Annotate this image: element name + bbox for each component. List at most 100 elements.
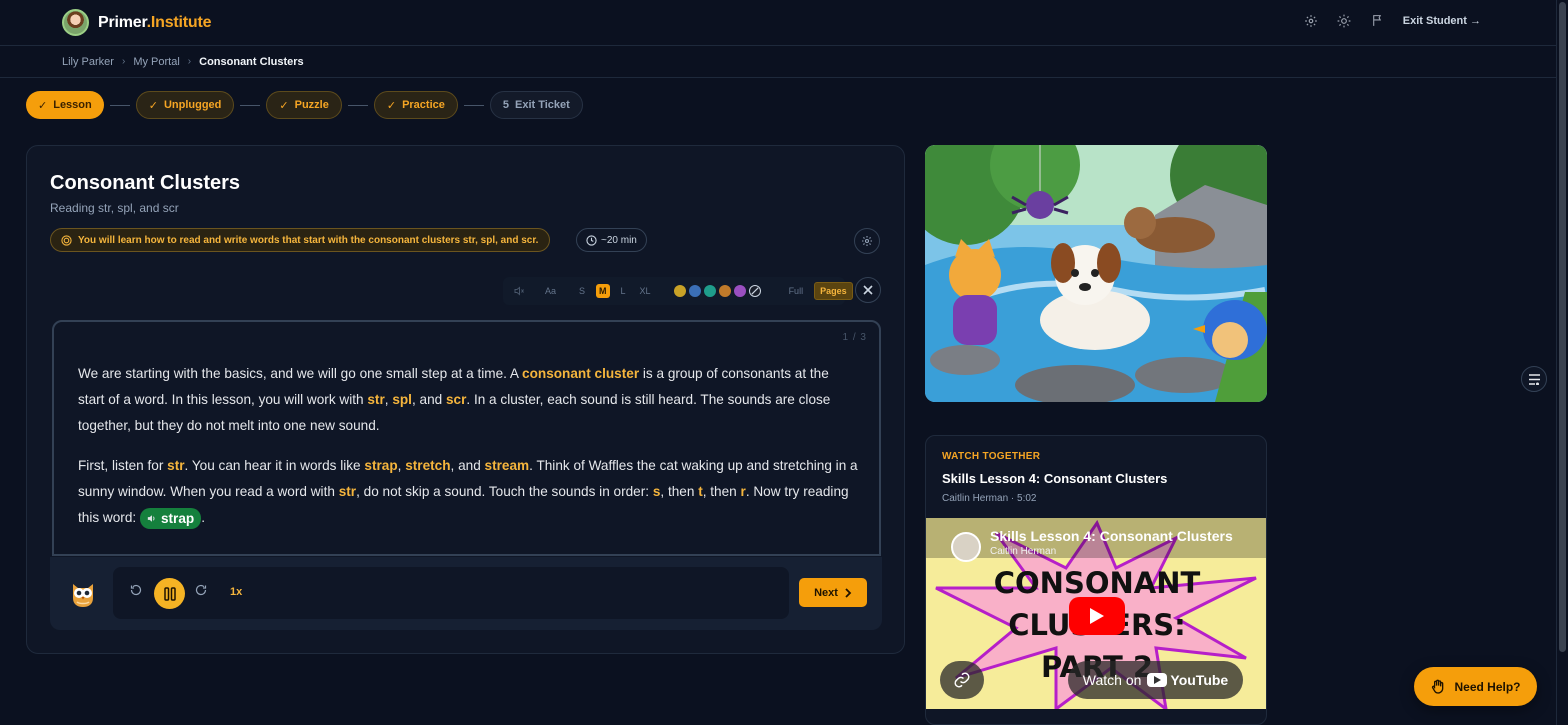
check-icon: ✓ <box>279 99 289 112</box>
highlight-term[interactable]: spl <box>392 392 412 407</box>
check-icon: ✓ <box>38 99 48 112</box>
lesson-settings-button[interactable] <box>854 228 880 254</box>
embed-channel[interactable]: Caitlin Herman <box>990 546 1056 557</box>
view-mode-group: Full Pages <box>784 282 853 300</box>
replay-icon[interactable] <box>130 584 142 599</box>
forward-icon[interactable] <box>195 584 207 599</box>
highlight-term[interactable]: str <box>339 484 356 499</box>
clock-icon <box>586 234 597 246</box>
brand-avatar-icon <box>62 9 89 36</box>
font-style-button[interactable]: Aa <box>545 286 556 296</box>
brand-name-primary: Primer <box>98 13 147 31</box>
highlight-term[interactable]: stretch <box>405 458 450 473</box>
list-settings-icon <box>1528 373 1540 385</box>
sun-icon[interactable] <box>1337 13 1352 28</box>
step-label: Exit Ticket <box>515 99 570 111</box>
playback-speed-button[interactable]: 1x <box>230 586 242 598</box>
youtube-logo: YouTube <box>1147 672 1228 688</box>
step-label: Puzzle <box>294 99 329 111</box>
brand-logo[interactable]: Primer.Institute <box>62 9 211 36</box>
next-button[interactable]: Next <box>799 578 867 607</box>
color-swatch-orange[interactable] <box>718 285 731 297</box>
step-puzzle[interactable]: ✓ Puzzle <box>266 91 342 119</box>
need-help-button[interactable]: Need Help? <box>1414 667 1537 706</box>
reading-paragraph-2: First, listen for str. You can hear it i… <box>78 453 858 531</box>
side-panel-toggle[interactable] <box>1521 366 1547 392</box>
reading-panel: 1 / 3 We are starting with the basics, a… <box>52 320 881 556</box>
gear-icon[interactable] <box>1304 13 1319 28</box>
color-swatch-purple[interactable] <box>733 285 746 297</box>
playback-controls: 1x <box>113 567 789 619</box>
highlight-term[interactable]: str <box>367 392 384 407</box>
speaker-icon <box>147 515 155 522</box>
color-swatch-teal[interactable] <box>703 285 716 297</box>
size-s-button[interactable]: S <box>576 284 588 298</box>
step-practice[interactable]: ✓ Practice <box>373 91 458 119</box>
learning-goal-text: You will learn how to read and write wor… <box>78 234 539 246</box>
text: . <box>201 510 205 525</box>
view-pages-button[interactable]: Pages <box>814 282 853 300</box>
lesson-stepper: ✓ Lesson ✓ Unplugged ✓ Puzzle ✓ Practice… <box>26 91 583 119</box>
breadcrumb: Lily Parker › My Portal › Consonant Clus… <box>0 46 1556 78</box>
view-full-button[interactable]: Full <box>784 283 809 299</box>
step-lesson[interactable]: ✓ Lesson <box>26 91 104 119</box>
size-m-button[interactable]: M <box>596 284 610 298</box>
pause-button[interactable] <box>154 578 185 609</box>
highlight-term[interactable]: str <box>167 458 184 473</box>
youtube-embed[interactable]: Skills Lesson 4: Consonant Clusters Cait… <box>926 518 1266 709</box>
highlight-term[interactable]: stream <box>485 458 530 473</box>
highlight-term[interactable]: scr <box>446 392 466 407</box>
hand-icon <box>1432 679 1444 694</box>
breadcrumb-student[interactable]: Lily Parker <box>62 56 114 68</box>
pause-icon <box>163 586 176 601</box>
lesson-title: Consonant Clusters <box>50 172 241 194</box>
chevron-right-icon <box>845 587 852 598</box>
step-exit-ticket[interactable]: 5 Exit Ticket <box>489 91 583 119</box>
lesson-card: Consonant Clusters Reading str, spl, and… <box>26 145 905 654</box>
need-help-label: Need Help? <box>1454 679 1521 694</box>
copy-link-button[interactable] <box>940 661 984 699</box>
watch-on-youtube-button[interactable]: Watch on YouTube <box>1068 661 1243 699</box>
close-button[interactable] <box>855 277 881 303</box>
color-swatch-gold[interactable] <box>673 285 686 297</box>
size-xl-button[interactable]: XL <box>637 284 654 298</box>
highlight-term[interactable]: consonant cluster <box>522 366 639 381</box>
highlight-color-group <box>673 285 764 297</box>
color-swatch-blue[interactable] <box>688 285 701 297</box>
scrollbar-thumb[interactable] <box>1559 2 1566 652</box>
step-label: Practice <box>402 99 445 111</box>
embed-title[interactable]: Skills Lesson 4: Consonant Clusters <box>990 528 1233 544</box>
lesson-illustration <box>925 145 1267 402</box>
watch-on-label: Watch on <box>1082 672 1142 688</box>
flag-icon[interactable] <box>1370 13 1385 28</box>
reader-toolbar: Aa S M L XL Full Pages <box>503 277 853 305</box>
highlight-term[interactable]: strap <box>364 458 397 473</box>
check-icon: ✓ <box>148 99 158 112</box>
word-audio-chip[interactable]: strap <box>139 507 202 529</box>
brand-name: Primer.Institute <box>98 14 211 32</box>
breadcrumb-portal[interactable]: My Portal <box>133 56 179 68</box>
owl-mascot-icon <box>68 578 98 608</box>
lesson-subtitle: Reading str, spl, and scr <box>50 201 179 215</box>
text: , and <box>411 392 446 407</box>
text: First, listen for <box>78 458 168 473</box>
target-icon <box>61 234 72 246</box>
learning-goal-badge: You will learn how to read and write wor… <box>50 228 551 252</box>
exit-student-button[interactable]: Exit Student → <box>1403 15 1481 27</box>
text: , then <box>702 484 741 499</box>
text: . You can hear it in words like <box>184 458 365 473</box>
word-chip-label: strap <box>160 510 195 526</box>
close-icon <box>863 285 873 295</box>
no-color-icon[interactable] <box>748 285 761 297</box>
chevron-right-icon: › <box>121 56 126 67</box>
speaker-icon[interactable] <box>513 285 525 297</box>
duration-text: ~20 min <box>601 234 637 246</box>
text: , then <box>660 484 699 499</box>
video-meta: Caitlin Herman · 5:02 <box>942 493 1037 504</box>
youtube-play-button[interactable] <box>1069 597 1125 635</box>
size-l-button[interactable]: L <box>618 284 629 298</box>
step-number: 5 <box>502 99 509 111</box>
step-unplugged[interactable]: ✓ Unplugged <box>135 91 235 119</box>
page-indicator: 1 / 3 <box>842 332 867 343</box>
page-scrollbar[interactable] <box>1556 0 1568 725</box>
